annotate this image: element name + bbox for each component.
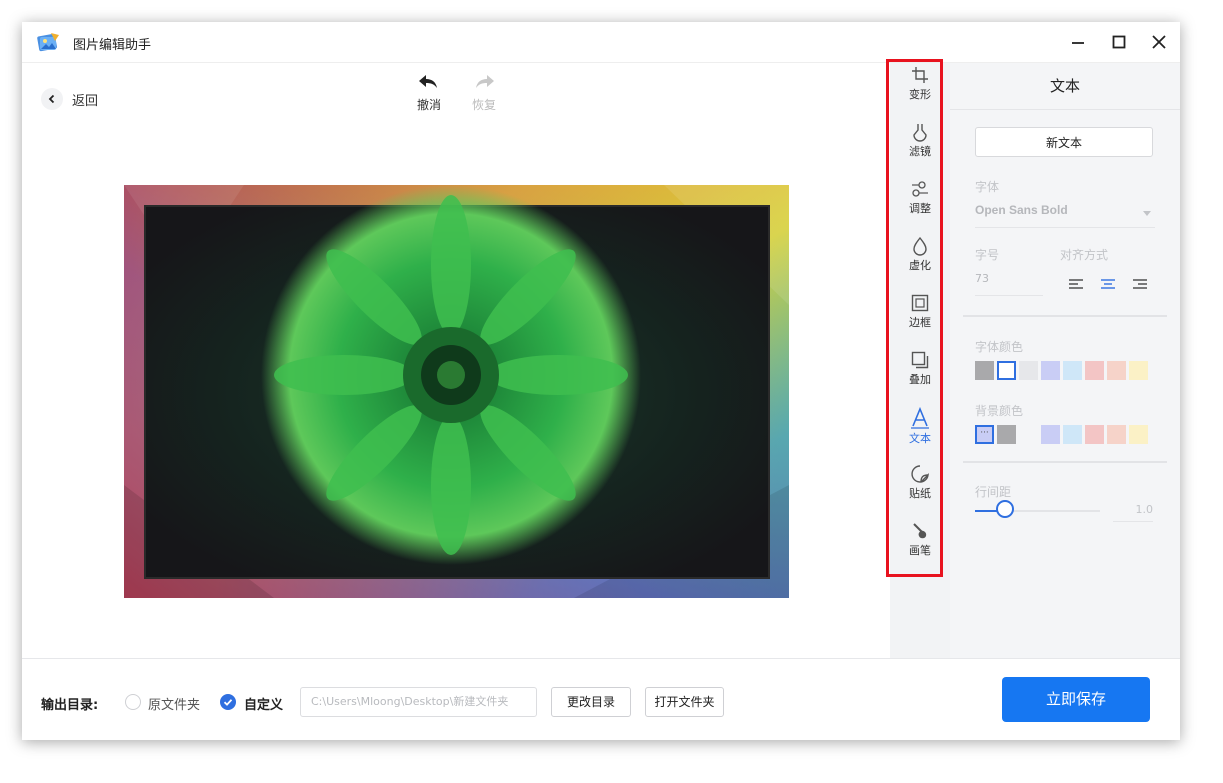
color-swatch[interactable]: [1063, 425, 1082, 444]
tool-transform[interactable]: 变形: [892, 65, 948, 119]
crop-icon: [912, 67, 928, 83]
drop-icon: [913, 236, 927, 256]
line-spacing-slider-thumb[interactable]: [996, 500, 1014, 518]
color-swatch[interactable]: [1063, 361, 1082, 380]
bg-color-label: 背景颜色: [975, 404, 1024, 418]
size-input[interactable]: 73: [975, 269, 1043, 296]
close-icon[interactable]: [1147, 30, 1171, 54]
text-icon: [911, 407, 929, 429]
overlay-icon: [911, 351, 929, 369]
tool-filter[interactable]: 滤镜: [892, 122, 948, 176]
redo-button[interactable]: 恢复: [464, 73, 504, 113]
check-icon: [223, 699, 233, 706]
title-bar: 图片编辑助手: [22, 22, 1180, 63]
tool-adjust[interactable]: 调整: [892, 179, 948, 233]
color-swatch[interactable]: [1107, 361, 1126, 380]
size-label: 字号: [975, 248, 1000, 262]
tool-label: 滤镜: [909, 145, 931, 158]
tool-border[interactable]: 边框: [892, 293, 948, 347]
color-swatch[interactable]: [1019, 425, 1038, 444]
tool-label: 调整: [909, 202, 931, 215]
back-button[interactable]: 返回: [41, 87, 98, 111]
new-text-button[interactable]: 新文本: [975, 127, 1153, 157]
app-title: 图片编辑助手: [73, 38, 152, 53]
more-icon: ···: [980, 428, 989, 438]
tool-overlay[interactable]: 叠加: [892, 350, 948, 404]
color-swatch[interactable]: [997, 361, 1016, 380]
line-spacing-label: 行间距: [975, 485, 1012, 499]
tool-label: 变形: [909, 88, 931, 101]
tool-sticker[interactable]: 贴纸: [892, 464, 948, 518]
chevron-down-icon: [1143, 211, 1151, 216]
color-swatch[interactable]: [997, 425, 1016, 444]
align-center-icon[interactable]: [1100, 277, 1116, 291]
color-swatch[interactable]: [1041, 361, 1060, 380]
minimize-icon[interactable]: [1066, 30, 1090, 54]
undo-icon: [419, 75, 437, 88]
tool-label: 边框: [909, 316, 931, 329]
color-swatch[interactable]: [1085, 425, 1104, 444]
original-folder-label[interactable]: 原文件夹: [148, 694, 200, 713]
tool-label: 虚化: [909, 259, 931, 272]
color-swatch[interactable]: [975, 361, 994, 380]
color-swatch[interactable]: [1129, 425, 1148, 444]
output-path-input[interactable]: C:\Users\Mloong\Desktop\新建文件夹: [300, 687, 537, 717]
tool-label: 叠加: [909, 373, 931, 386]
color-swatch[interactable]: [1019, 361, 1038, 380]
font-select[interactable]: Open Sans Bold: [975, 203, 1155, 228]
tool-label: 文本: [909, 432, 931, 445]
color-swatch[interactable]: [1129, 361, 1148, 380]
save-now-button[interactable]: 立即保存: [1002, 677, 1150, 722]
maximize-icon[interactable]: [1107, 30, 1131, 54]
font-label: 字体: [975, 180, 1000, 194]
footer: 输出目录: 原文件夹 自定义 C:\Users\Mloong\Desktop\新…: [22, 658, 1180, 740]
tool-brush[interactable]: 画笔: [892, 521, 948, 575]
color-swatch[interactable]: [1107, 425, 1126, 444]
color-swatch[interactable]: [1085, 361, 1104, 380]
app-window: 图片编辑助手 返回 撤消 恢复 变形 滤镜 调整 虚化 边框 叠加 文本 贴纸 …: [22, 22, 1180, 740]
flask-icon: [913, 124, 927, 142]
text-panel: 文本 新文本 字体 Open Sans Bold 字号 对齐方式 73 字体颜色…: [950, 63, 1180, 658]
redo-icon: [476, 75, 494, 88]
undo-label: 撤消: [416, 98, 441, 112]
output-dir-label: 输出目录:: [41, 698, 99, 713]
change-dir-button[interactable]: 更改目录: [551, 687, 631, 717]
panel-title: 文本: [950, 63, 1180, 110]
redo-label: 恢复: [471, 98, 496, 112]
canvas-area: 返回 撤消 恢复: [22, 63, 890, 658]
app-logo-icon: [37, 33, 59, 52]
radio-custom-folder[interactable]: [220, 694, 236, 710]
edited-photo[interactable]: [124, 185, 789, 598]
open-folder-button[interactable]: 打开文件夹: [645, 687, 724, 717]
divider: [963, 461, 1167, 463]
tool-text[interactable]: 文本: [892, 407, 948, 461]
align-right-icon[interactable]: [1132, 277, 1148, 291]
frame-icon: [911, 294, 929, 312]
tool-label: 贴纸: [909, 487, 931, 500]
radio-original-folder[interactable]: [125, 694, 141, 710]
tool-blur[interactable]: 虚化: [892, 236, 948, 290]
brush-icon: [913, 523, 927, 539]
font-value: Open Sans Bold: [975, 203, 1068, 217]
color-swatch[interactable]: [1041, 425, 1060, 444]
custom-folder-label[interactable]: 自定义: [244, 694, 283, 713]
align-left-icon[interactable]: [1068, 277, 1084, 291]
tool-label: 画笔: [909, 544, 931, 557]
back-label: 返回: [72, 93, 99, 109]
undo-button[interactable]: 撤消: [409, 73, 449, 113]
back-arrow-icon: [41, 88, 63, 110]
font-color-label: 字体颜色: [975, 340, 1024, 354]
align-label: 对齐方式: [1060, 248, 1109, 262]
line-spacing-value[interactable]: 1.0: [1113, 499, 1153, 522]
more-colors-swatch[interactable]: ···: [975, 425, 994, 444]
sticker-icon: [911, 465, 929, 483]
adjust-icon: [912, 181, 928, 197]
divider: [963, 315, 1167, 317]
